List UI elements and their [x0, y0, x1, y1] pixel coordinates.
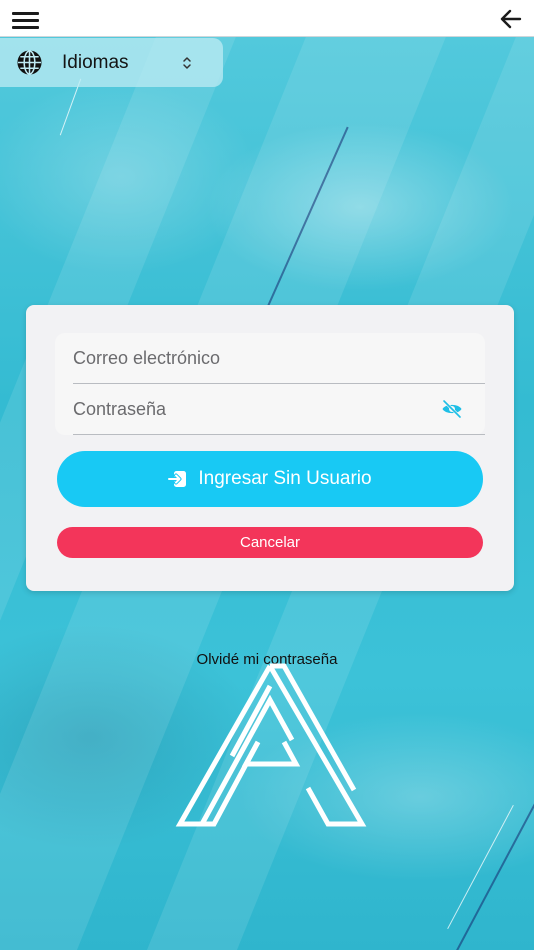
email-field-row — [73, 333, 485, 384]
language-label: Idiomas — [62, 52, 129, 73]
eye-off-icon[interactable] — [441, 399, 463, 419]
hamburger-menu-icon[interactable] — [12, 10, 40, 29]
top-app-bar — [0, 0, 534, 37]
arrow-left-icon[interactable] — [498, 6, 524, 32]
email-field[interactable] — [73, 333, 433, 383]
cancel-button[interactable]: Cancelar — [57, 527, 483, 558]
guest-login-label: Ingresar Sin Usuario — [198, 468, 372, 489]
login-fields-group — [55, 333, 485, 435]
brand-logo-a — [175, 663, 367, 827]
password-field-row — [73, 384, 485, 435]
guest-login-button[interactable]: Ingresar Sin Usuario — [57, 451, 483, 507]
globe-icon — [17, 50, 42, 75]
login-enter-icon — [168, 471, 187, 487]
chevron-up-down-icon — [183, 57, 191, 69]
password-field[interactable] — [73, 384, 433, 434]
login-card: Ingresar Sin Usuario Cancelar — [26, 305, 514, 591]
language-selector[interactable]: Idiomas — [0, 38, 223, 87]
